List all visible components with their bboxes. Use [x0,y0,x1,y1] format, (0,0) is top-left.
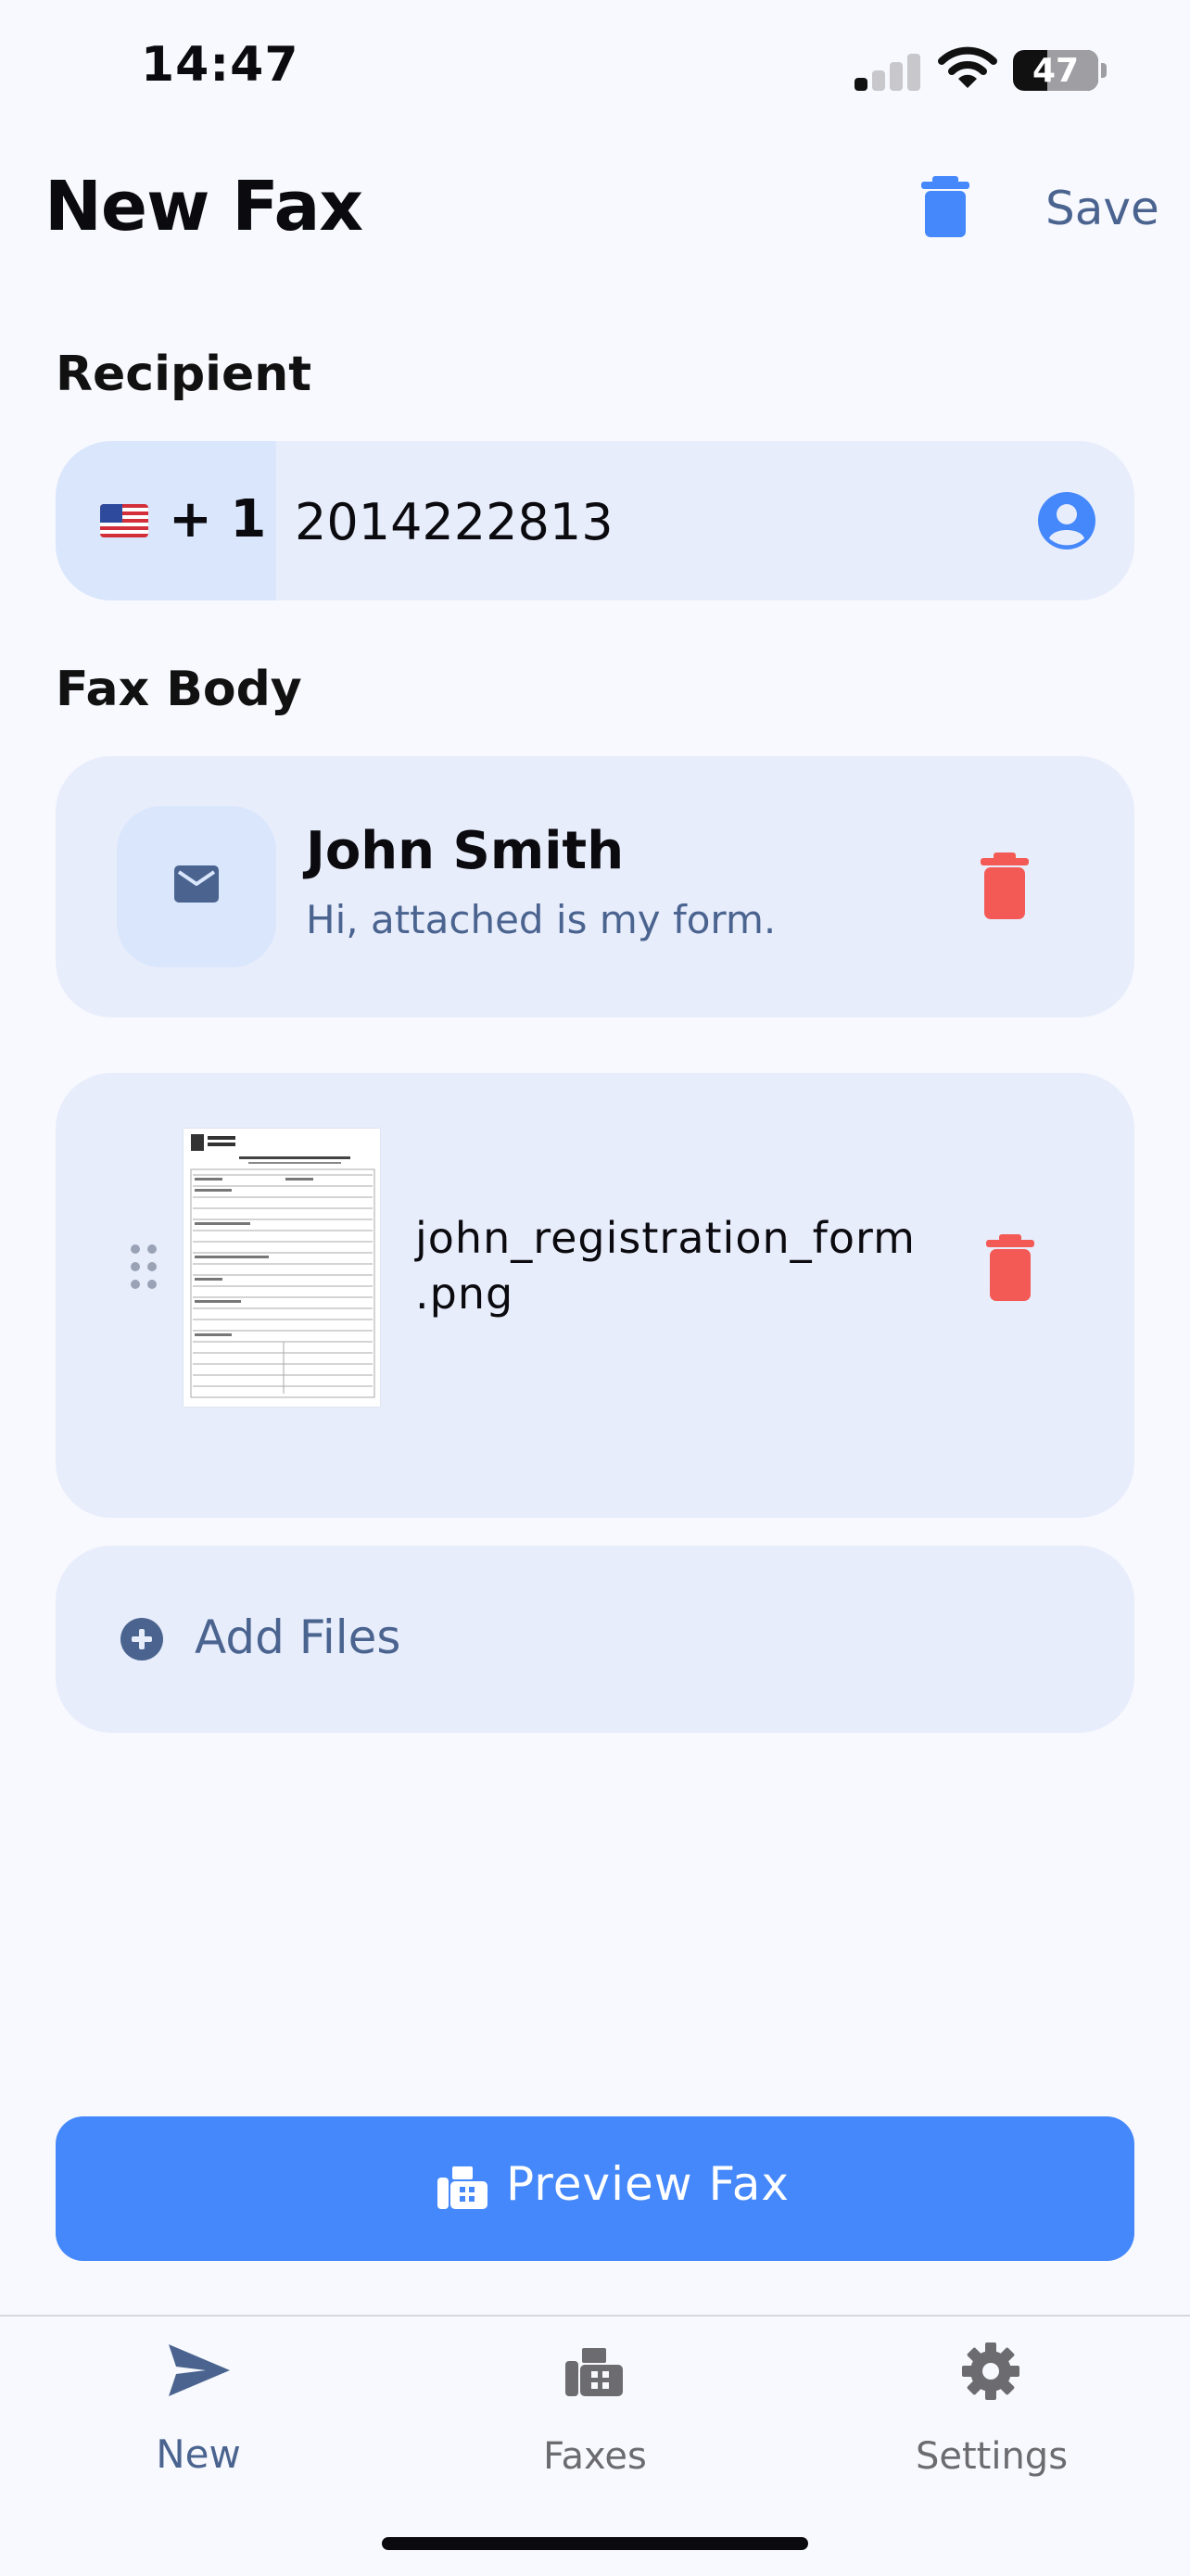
page-title: New Fax [44,167,363,246]
delete-fax-button[interactable] [919,176,971,237]
tab-settings-label: Settings [915,2435,1069,2478]
attachment-file-name: john_registration_form .png [415,1213,916,1319]
battery-percent: 47 [1032,52,1080,90]
recipient-field: + 1 2014222813 [56,441,1134,600]
fax-icon [437,2166,487,2209]
message-card[interactable]: John Smith Hi, attached is my form. [56,756,1134,1017]
us-flag-icon [100,504,148,537]
battery-tip [1101,63,1107,78]
tab-settings[interactable]: Settings [853,2317,1131,2502]
battery-icon: 47 [1013,50,1098,91]
tab-new-label: New [156,2431,241,2477]
status-time: 14:47 [141,37,299,93]
fax-icon [565,2348,623,2396]
document-thumbnail[interactable] [184,1129,380,1407]
country-code-label: + 1 [169,489,267,549]
add-files-label: Add Files [195,1610,401,1664]
message-sender-name: John Smith [306,821,625,881]
phone-number-input[interactable]: 2014222813 [295,493,614,551]
envelope-icon [174,865,219,903]
gear-icon [962,2342,1019,2400]
tab-new[interactable]: New [59,2317,337,2502]
delete-message-button[interactable] [981,852,1029,919]
home-indicator [382,2537,808,2550]
message-preview-text: Hi, attached is my form. [306,897,777,942]
tab-faxes-label: Faxes [543,2435,647,2478]
fax-body-section-label: Fax Body [56,662,302,717]
drag-handle-icon[interactable] [130,1244,158,1290]
country-code-picker[interactable]: + 1 [56,441,276,600]
preview-fax-button[interactable]: Preview Fax [56,2116,1134,2261]
tab-faxes[interactable]: Faxes [456,2317,734,2502]
save-button[interactable]: Save [1045,182,1159,235]
cellular-signal-icon [855,52,921,91]
delete-attachment-button[interactable] [986,1234,1034,1301]
person-circle-icon[interactable] [1038,492,1095,549]
attachment-card[interactable]: john_registration_form .png [56,1073,1134,1518]
add-files-button[interactable]: Add Files [56,1546,1134,1733]
plus-circle-icon [120,1618,163,1661]
preview-fax-label: Preview Fax [506,2157,790,2211]
message-icon-box [117,806,276,967]
wifi-icon [938,46,997,88]
paper-plane-icon [169,2344,230,2396]
recipient-section-label: Recipient [56,347,312,402]
